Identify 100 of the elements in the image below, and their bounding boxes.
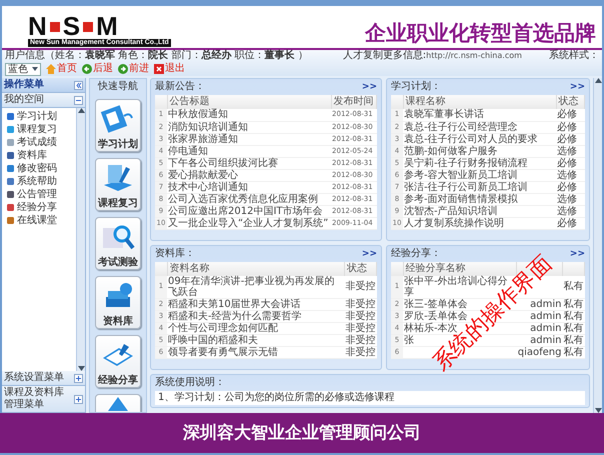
more-link[interactable]: >> <box>570 248 585 260</box>
table-cell: 必修 <box>556 157 584 169</box>
more-link[interactable]: >> <box>570 81 585 93</box>
sidebar-item[interactable]: 资料库 <box>6 149 76 162</box>
table-cell: 选修 <box>556 145 584 157</box>
table-cell: 选修 <box>556 205 584 217</box>
nav-link[interactable]: 退出 <box>154 63 185 76</box>
nav-link[interactable]: 首页 <box>46 63 77 76</box>
table-cell: 范鹏-如何做客户服务 <box>403 145 556 157</box>
nav-link[interactable]: 前进 <box>118 63 149 76</box>
table-cell: 袁总-往子行公司对人员的要求 <box>403 133 556 145</box>
sidebar-item[interactable]: 经验分享 <box>6 201 76 214</box>
panel-title: 经验分享： <box>391 248 441 260</box>
table-cell: 非受控 <box>344 310 376 322</box>
table-cell: 非受控 <box>344 298 376 310</box>
logo-letter: N <box>28 14 47 39</box>
quick-nav-button[interactable]: 学习计划 <box>95 99 141 152</box>
table-cell: 下午各公司组织拔河比赛 <box>167 157 332 169</box>
table-cell: 消防知识培训通知 <box>167 121 332 133</box>
sidebar-item[interactable]: 学习计划 <box>6 110 76 123</box>
back-arrow-icon <box>82 64 92 74</box>
scrollbar[interactable] <box>593 78 602 413</box>
collapse-icon <box>74 80 83 90</box>
table-cell: 公司入选百家优秀信息化应用案例 <box>167 193 332 205</box>
logo-letter: M <box>96 14 118 39</box>
logo-square-mark <box>50 22 60 32</box>
quick-nav-icon <box>108 397 128 411</box>
user-info: 用户信息（姓名：袁晓军 角色：院长 部门：总经办 职位：董事长 ） <box>5 50 308 62</box>
scroll-up-icon <box>594 78 602 83</box>
sidebar-item[interactable]: 系统帮助 <box>6 175 76 188</box>
column-header: 状态 <box>556 95 584 109</box>
expand-icon[interactable] <box>74 374 83 382</box>
table-cell: 必修 <box>556 133 584 145</box>
table-cell: 领导者要有勇气展示无错 <box>167 346 344 358</box>
home-icon <box>46 64 56 74</box>
sidebar-item[interactable]: 修改密码 <box>6 162 76 175</box>
table-cell: 选修 <box>556 169 584 181</box>
quick-nav-button[interactable]: 经验分享 <box>95 335 141 388</box>
table-cell: 参考-容大智业新员工培训 <box>403 169 556 181</box>
scrollbar[interactable] <box>76 108 85 371</box>
table-cell: 吴宁莉-往子行财务报销流程 <box>403 157 556 169</box>
panel-title: 资料库： <box>155 248 195 260</box>
sidebar-item[interactable]: 课程复习 <box>6 123 76 136</box>
column-header: 资料名称 <box>167 262 344 276</box>
expand-icon[interactable] <box>74 394 83 404</box>
table-cell: 私有 <box>562 298 584 310</box>
logo-letter: S <box>62 14 80 39</box>
table-cell: 个性与公司理念如何匹配 <box>167 322 344 334</box>
quick-nav-button[interactable]: 资料库 <box>95 276 141 329</box>
table-cell: 私有 <box>562 276 584 298</box>
table-cell: 必修 <box>556 121 584 133</box>
quick-nav-button[interactable]: 课程复习 <box>95 158 141 211</box>
table-cell: 爱心捐款献爱心 <box>167 169 332 181</box>
table-cell: 必修 <box>556 181 584 193</box>
dropdown-caret-icon <box>32 67 38 72</box>
style-select[interactable]: 蓝色 <box>5 62 41 76</box>
table-cell: admin <box>516 298 562 310</box>
table-cell: 稻盛和夫-经营为什么需要哲学 <box>167 310 344 322</box>
quick-nav-button[interactable]: 考试测验 <box>95 217 141 270</box>
usage-text: 1、学习计划：公司为您的岗位所需的必修或选修课程 <box>155 390 585 404</box>
table-cell: 私有 <box>562 346 584 358</box>
table-cell: 中秋放假通知 <box>167 109 332 121</box>
table-cell: 非受控 <box>344 276 376 298</box>
table-cell: 09年在清华演讲-把事业视为再发展的飞跃台 <box>167 276 344 298</box>
table-cell: 公司应邀出席2012中国IT市场年会 <box>167 205 332 217</box>
more-link[interactable]: >> <box>362 248 377 260</box>
column-header: 经验分享名称 <box>403 262 517 276</box>
table-cell: 私有 <box>562 334 584 346</box>
table-cell: 张家界旅游通知 <box>167 133 332 145</box>
sidebar-item[interactable]: 在线课堂 <box>6 214 76 227</box>
table-cell: 又一批企业导入“企业人才复制系统” <box>167 217 332 229</box>
table-cell: 技术中心培训通知 <box>167 181 332 193</box>
table-cell: 非受控 <box>344 346 376 358</box>
table-cell: admin <box>516 310 562 322</box>
slogan: 企业职业化转型首选品牌 <box>365 20 596 46</box>
table-cell: 非受控 <box>344 322 376 334</box>
sidebar-title: 操作菜单 <box>4 79 44 91</box>
style-label: 系统样式： <box>549 50 599 62</box>
sidebar-item[interactable]: 公告管理 <box>6 188 76 201</box>
column-header: 状态 <box>344 262 376 276</box>
table-cell: 人才复制系统操作说明 <box>403 217 556 229</box>
nav-link[interactable]: 后退 <box>82 63 113 76</box>
logo-square-mark <box>83 22 94 32</box>
table-cell: 稻盛和夫第10届世界大会讲话 <box>167 298 344 310</box>
table-cell: 呼唤中国的稻盛和夫 <box>167 334 344 346</box>
table-cell: qiaofeng <box>516 346 562 358</box>
table-cell: 非受控 <box>344 334 376 346</box>
panel-title: 学习计划： <box>391 81 441 93</box>
panel-title: 系统使用说明： <box>155 376 225 388</box>
table-cell: admin <box>516 322 562 334</box>
table-cell: admin <box>516 334 562 346</box>
more-info-text: 人才复制更多信息:http://rc.nsm-china.com <box>342 50 522 62</box>
table-cell: 张洁-往子行公司新员工培训 <box>403 181 556 193</box>
footer-banner: 深圳容大智业企业管理顾问公司 <box>0 413 604 453</box>
forward-arrow-icon <box>118 64 128 74</box>
table-cell: 停电通知 <box>167 145 332 157</box>
more-link[interactable]: >> <box>362 81 377 93</box>
table-cell: 私有 <box>562 322 584 334</box>
collapse-icon[interactable] <box>74 96 83 104</box>
sidebar-item[interactable]: 考试成绩 <box>6 136 76 149</box>
